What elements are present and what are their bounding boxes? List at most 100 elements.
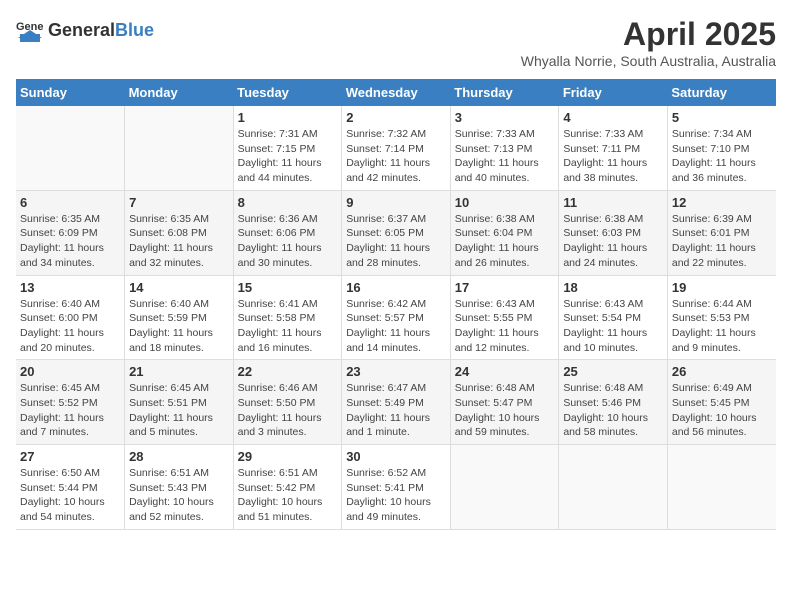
day-daylight: Daylight: 11 hours and 16 minutes. bbox=[238, 327, 322, 354]
cell-w4-d2: 22 Sunrise: 6:46 AM Sunset: 5:50 PM Dayl… bbox=[233, 360, 342, 445]
day-sunrise: Sunrise: 6:35 AM bbox=[20, 213, 100, 225]
col-sunday: Sunday bbox=[16, 79, 125, 106]
day-daylight: Daylight: 11 hours and 38 minutes. bbox=[563, 157, 647, 184]
day-sunrise: Sunrise: 6:50 AM bbox=[20, 467, 100, 479]
cell-w5-d6 bbox=[667, 445, 776, 530]
day-number: 17 bbox=[455, 280, 555, 295]
day-sunset: Sunset: 6:00 PM bbox=[20, 312, 98, 324]
day-sunset: Sunset: 5:55 PM bbox=[455, 312, 533, 324]
cell-w2-d1: 7 Sunrise: 6:35 AM Sunset: 6:08 PM Dayli… bbox=[125, 190, 234, 275]
day-sunset: Sunset: 5:47 PM bbox=[455, 397, 533, 409]
day-number: 28 bbox=[129, 449, 229, 464]
day-sunrise: Sunrise: 6:38 AM bbox=[563, 213, 643, 225]
cell-w1-d0 bbox=[16, 106, 125, 190]
day-number: 19 bbox=[672, 280, 772, 295]
day-number: 1 bbox=[238, 110, 338, 125]
day-sunset: Sunset: 6:05 PM bbox=[346, 227, 424, 239]
day-number: 4 bbox=[563, 110, 663, 125]
day-sunrise: Sunrise: 7:33 AM bbox=[563, 128, 643, 140]
day-sunrise: Sunrise: 7:33 AM bbox=[455, 128, 535, 140]
day-daylight: Daylight: 11 hours and 36 minutes. bbox=[672, 157, 756, 184]
day-daylight: Daylight: 11 hours and 42 minutes. bbox=[346, 157, 430, 184]
day-sunrise: Sunrise: 6:49 AM bbox=[672, 382, 752, 394]
day-number: 13 bbox=[20, 280, 120, 295]
day-daylight: Daylight: 11 hours and 9 minutes. bbox=[672, 327, 756, 354]
day-sunrise: Sunrise: 6:45 AM bbox=[20, 382, 100, 394]
cell-w4-d4: 24 Sunrise: 6:48 AM Sunset: 5:47 PM Dayl… bbox=[450, 360, 559, 445]
day-daylight: Daylight: 11 hours and 7 minutes. bbox=[20, 412, 104, 439]
cell-w1-d2: 1 Sunrise: 7:31 AM Sunset: 7:15 PM Dayli… bbox=[233, 106, 342, 190]
day-sunset: Sunset: 5:59 PM bbox=[129, 312, 207, 324]
day-daylight: Daylight: 11 hours and 34 minutes. bbox=[20, 242, 104, 269]
day-daylight: Daylight: 11 hours and 18 minutes. bbox=[129, 327, 213, 354]
day-sunset: Sunset: 5:53 PM bbox=[672, 312, 750, 324]
day-number: 26 bbox=[672, 364, 772, 379]
week-row-2: 6 Sunrise: 6:35 AM Sunset: 6:09 PM Dayli… bbox=[16, 190, 776, 275]
day-sunrise: Sunrise: 6:36 AM bbox=[238, 213, 318, 225]
cell-w5-d3: 30 Sunrise: 6:52 AM Sunset: 5:41 PM Dayl… bbox=[342, 445, 451, 530]
day-number: 16 bbox=[346, 280, 446, 295]
day-number: 30 bbox=[346, 449, 446, 464]
cell-w2-d3: 9 Sunrise: 6:37 AM Sunset: 6:05 PM Dayli… bbox=[342, 190, 451, 275]
cell-w1-d3: 2 Sunrise: 7:32 AM Sunset: 7:14 PM Dayli… bbox=[342, 106, 451, 190]
day-sunset: Sunset: 6:06 PM bbox=[238, 227, 316, 239]
day-sunset: Sunset: 6:03 PM bbox=[563, 227, 641, 239]
day-daylight: Daylight: 11 hours and 32 minutes. bbox=[129, 242, 213, 269]
day-sunrise: Sunrise: 7:32 AM bbox=[346, 128, 426, 140]
day-sunset: Sunset: 5:49 PM bbox=[346, 397, 424, 409]
cell-w2-d0: 6 Sunrise: 6:35 AM Sunset: 6:09 PM Dayli… bbox=[16, 190, 125, 275]
day-sunrise: Sunrise: 6:43 AM bbox=[455, 298, 535, 310]
day-daylight: Daylight: 11 hours and 20 minutes. bbox=[20, 327, 104, 354]
day-daylight: Daylight: 11 hours and 26 minutes. bbox=[455, 242, 539, 269]
cell-w3-d2: 15 Sunrise: 6:41 AM Sunset: 5:58 PM Dayl… bbox=[233, 275, 342, 360]
cell-w1-d1 bbox=[125, 106, 234, 190]
day-sunrise: Sunrise: 6:38 AM bbox=[455, 213, 535, 225]
cell-w4-d1: 21 Sunrise: 6:45 AM Sunset: 5:51 PM Dayl… bbox=[125, 360, 234, 445]
day-number: 27 bbox=[20, 449, 120, 464]
day-sunset: Sunset: 6:01 PM bbox=[672, 227, 750, 239]
cell-w5-d2: 29 Sunrise: 6:51 AM Sunset: 5:42 PM Dayl… bbox=[233, 445, 342, 530]
day-daylight: Daylight: 11 hours and 1 minute. bbox=[346, 412, 430, 439]
day-daylight: Daylight: 10 hours and 58 minutes. bbox=[563, 412, 648, 439]
day-sunrise: Sunrise: 6:41 AM bbox=[238, 298, 318, 310]
title-area: April 2025 Whyalla Norrie, South Austral… bbox=[521, 16, 776, 69]
week-row-5: 27 Sunrise: 6:50 AM Sunset: 5:44 PM Dayl… bbox=[16, 445, 776, 530]
day-sunrise: Sunrise: 6:40 AM bbox=[129, 298, 209, 310]
day-number: 3 bbox=[455, 110, 555, 125]
day-sunset: Sunset: 6:08 PM bbox=[129, 227, 207, 239]
day-number: 20 bbox=[20, 364, 120, 379]
day-sunrise: Sunrise: 6:43 AM bbox=[563, 298, 643, 310]
day-sunrise: Sunrise: 6:51 AM bbox=[238, 467, 318, 479]
cell-w4-d0: 20 Sunrise: 6:45 AM Sunset: 5:52 PM Dayl… bbox=[16, 360, 125, 445]
cell-w1-d4: 3 Sunrise: 7:33 AM Sunset: 7:13 PM Dayli… bbox=[450, 106, 559, 190]
week-row-3: 13 Sunrise: 6:40 AM Sunset: 6:00 PM Dayl… bbox=[16, 275, 776, 360]
day-sunset: Sunset: 7:10 PM bbox=[672, 143, 750, 155]
week-row-4: 20 Sunrise: 6:45 AM Sunset: 5:52 PM Dayl… bbox=[16, 360, 776, 445]
day-sunset: Sunset: 7:14 PM bbox=[346, 143, 424, 155]
day-sunrise: Sunrise: 6:37 AM bbox=[346, 213, 426, 225]
day-sunrise: Sunrise: 7:34 AM bbox=[672, 128, 752, 140]
day-number: 9 bbox=[346, 195, 446, 210]
cell-w4-d6: 26 Sunrise: 6:49 AM Sunset: 5:45 PM Dayl… bbox=[667, 360, 776, 445]
day-sunset: Sunset: 5:42 PM bbox=[238, 482, 316, 494]
day-daylight: Daylight: 11 hours and 30 minutes. bbox=[238, 242, 322, 269]
header: General GeneralBlue April 2025 Whyalla N… bbox=[16, 16, 776, 69]
cell-w2-d6: 12 Sunrise: 6:39 AM Sunset: 6:01 PM Dayl… bbox=[667, 190, 776, 275]
day-number: 21 bbox=[129, 364, 229, 379]
week-row-1: 1 Sunrise: 7:31 AM Sunset: 7:15 PM Dayli… bbox=[16, 106, 776, 190]
day-sunset: Sunset: 5:51 PM bbox=[129, 397, 207, 409]
logo-blue: Blue bbox=[115, 20, 154, 40]
cell-w3-d3: 16 Sunrise: 6:42 AM Sunset: 5:57 PM Dayl… bbox=[342, 275, 451, 360]
day-number: 6 bbox=[20, 195, 120, 210]
day-number: 10 bbox=[455, 195, 555, 210]
day-daylight: Daylight: 10 hours and 56 minutes. bbox=[672, 412, 757, 439]
col-thursday: Thursday bbox=[450, 79, 559, 106]
day-sunset: Sunset: 7:15 PM bbox=[238, 143, 316, 155]
day-daylight: Daylight: 10 hours and 52 minutes. bbox=[129, 496, 214, 523]
day-daylight: Daylight: 10 hours and 51 minutes. bbox=[238, 496, 323, 523]
day-daylight: Daylight: 11 hours and 5 minutes. bbox=[129, 412, 213, 439]
day-sunset: Sunset: 5:50 PM bbox=[238, 397, 316, 409]
day-sunrise: Sunrise: 7:31 AM bbox=[238, 128, 318, 140]
day-sunrise: Sunrise: 6:45 AM bbox=[129, 382, 209, 394]
logo-icon: General bbox=[16, 16, 44, 44]
